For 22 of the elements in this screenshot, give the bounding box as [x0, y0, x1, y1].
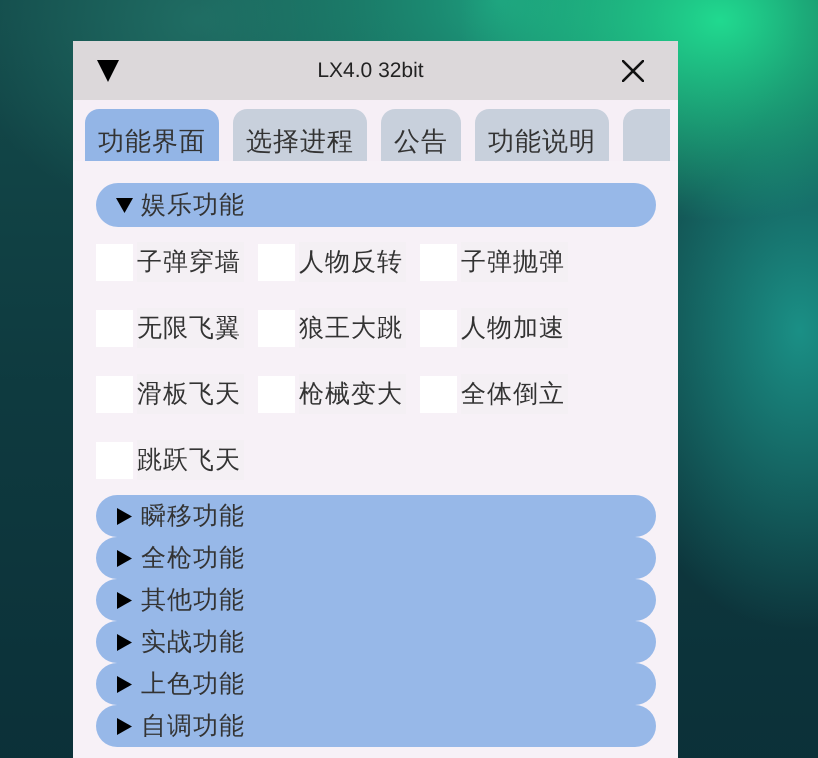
caret-right-icon — [116, 718, 133, 734]
caret-right-icon — [116, 592, 133, 608]
window-title: LX4.0 32bit — [316, 58, 425, 84]
tab[interactable]: 公告 — [381, 109, 461, 161]
section-header[interactable]: 娱乐功能 — [96, 183, 656, 227]
close-icon[interactable] — [622, 60, 644, 82]
section-header[interactable]: 上色功能 — [96, 663, 656, 705]
tab[interactable] — [623, 109, 670, 161]
caret-icon[interactable] — [97, 60, 119, 82]
caret-right-icon — [116, 676, 133, 692]
caret-right-icon — [116, 550, 133, 566]
tab[interactable]: 选择进程 — [233, 109, 367, 161]
caret-right-icon — [116, 634, 133, 650]
section-header[interactable]: 实战功能 — [96, 621, 656, 663]
section-header[interactable]: 自调功能 — [96, 705, 656, 747]
section-header[interactable]: 全枪功能 — [96, 537, 656, 579]
section-header[interactable]: 其他功能 — [96, 579, 656, 621]
tab[interactable]: 功能说明 — [475, 109, 609, 161]
section-header[interactable]: 瞬移功能 — [96, 495, 656, 537]
caret-right-icon — [116, 508, 133, 524]
caret-down-icon — [116, 196, 133, 214]
tab[interactable]: 功能界面 — [85, 109, 219, 161]
